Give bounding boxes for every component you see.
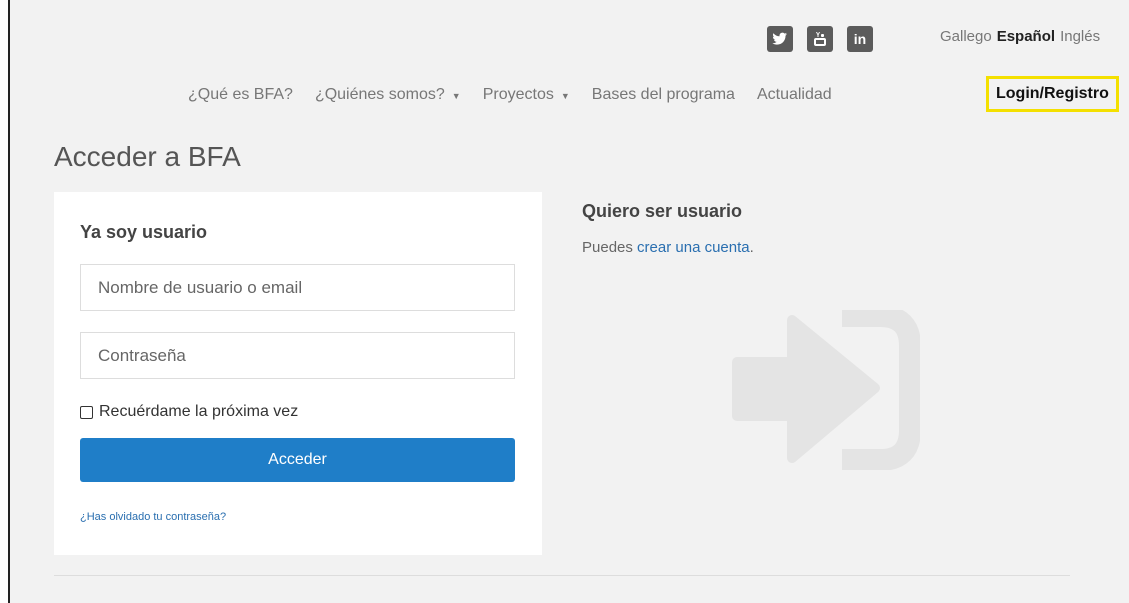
login-card: Ya soy usuario Nombre de usuario o email… xyxy=(54,192,542,555)
checkbox[interactable] xyxy=(80,405,93,419)
nav-label: Bases del programa xyxy=(591,86,735,103)
social-links: in xyxy=(767,26,873,52)
username-input[interactable]: Nombre de usuario o email xyxy=(80,264,515,311)
header: in Gallego Español Inglés ¿Qué es BFA? ¿… xyxy=(10,0,1129,118)
nav-item-bases[interactable]: Bases del programa xyxy=(592,86,735,104)
main-nav: ¿Qué es BFA? ¿Quiénes somos? ▼ Proyectos ▼… xyxy=(188,76,1119,112)
nav-label: ¿Quiénes somos? xyxy=(314,86,445,103)
twitter-icon[interactable] xyxy=(767,26,793,52)
register-heading: Quiero ser usuario xyxy=(582,201,743,221)
register-text-prefix: Puedes xyxy=(582,239,638,256)
nav-login-register[interactable]: Login/Registro xyxy=(986,76,1119,112)
create-account-link[interactable]: crear una cuenta xyxy=(637,239,750,256)
lang-galician[interactable]: Gallego xyxy=(940,28,992,45)
youtube-icon[interactable] xyxy=(807,26,833,52)
nav-item-actualidad[interactable]: Actualidad xyxy=(757,86,832,104)
password-input[interactable]: Contraseña xyxy=(80,332,515,379)
remember-label: Recuérdame la próxima vez xyxy=(99,403,299,420)
page-title: Acceder a BFA xyxy=(54,141,241,172)
login-button[interactable]: Acceder xyxy=(80,438,515,482)
remember-me[interactable]: Recuérdame la próxima vez xyxy=(80,403,298,421)
caret-down-icon: ▼ xyxy=(451,91,461,101)
lang-spanish[interactable]: Español xyxy=(997,28,1055,45)
linkedin-icon[interactable]: in xyxy=(847,26,873,52)
nav-label: ¿Qué es BFA? xyxy=(188,86,293,103)
lang-english[interactable]: Inglés xyxy=(1060,28,1100,45)
login-arrow-icon xyxy=(732,310,920,470)
login-heading: Ya soy usuario xyxy=(80,222,208,242)
nav-item-proyectos[interactable]: Proyectos ▼ xyxy=(483,86,570,104)
register-text: Puedes crear una cuenta. xyxy=(582,239,754,256)
forgot-password-link[interactable]: ¿Has olvidado tu contraseña? xyxy=(80,511,226,523)
nav-label: Actualidad xyxy=(756,86,832,103)
nav-label: Proyectos xyxy=(482,86,554,103)
nav-item-que-es[interactable]: ¿Qué es BFA? xyxy=(188,86,293,104)
divider xyxy=(54,575,1070,576)
language-switcher: Gallego Español Inglés xyxy=(940,28,1100,45)
register-text-suffix: . xyxy=(749,239,754,256)
caret-down-icon: ▼ xyxy=(560,91,570,101)
nav-item-quienes-somos[interactable]: ¿Quiénes somos? ▼ xyxy=(315,86,461,104)
